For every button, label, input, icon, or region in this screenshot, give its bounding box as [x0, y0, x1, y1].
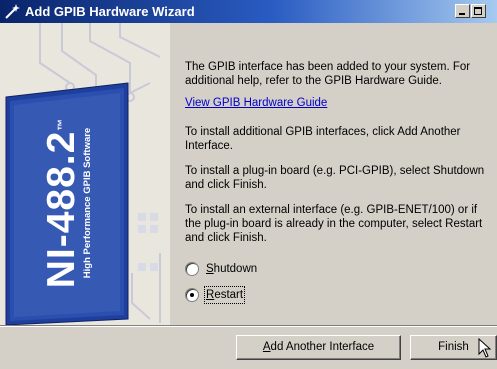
restart-option[interactable]: Restart	[185, 286, 246, 304]
view-guide-link[interactable]: View GPIB Hardware Guide	[185, 97, 327, 109]
window-title: Add GPIB Hardware Wizard	[25, 4, 195, 19]
title-bar[interactable]: Add GPIB Hardware Wizard	[0, 0, 497, 23]
finish-button[interactable]: Finish	[410, 335, 497, 360]
product-tagline: High Performance GPIB Software	[82, 127, 93, 279]
product-logo: NI-488.2™ High Performance GPIB Software	[40, 118, 93, 289]
plugin-board-text: To install a plug-in board (e.g. PCI-GPI…	[185, 165, 485, 191]
wizard-window: Add GPIB Hardware Wizard NI-488.2™ High …	[0, 0, 497, 369]
external-interface-text: To install an external interface (e.g. G…	[185, 204, 483, 244]
minimize-button[interactable]	[455, 4, 470, 18]
footer-separator-highlight	[0, 326, 497, 327]
guide-link-row: View GPIB Hardware Guide	[185, 96, 490, 110]
shutdown-label: Shutdown	[206, 263, 258, 275]
product-banner: NI-488.2™ High Performance GPIB Software	[0, 23, 170, 325]
shutdown-radio[interactable]	[185, 262, 199, 276]
restart-radio[interactable]	[185, 288, 199, 302]
restart-label: Restart	[203, 286, 246, 304]
maximize-button[interactable]	[471, 4, 486, 18]
wizard-wand-icon	[5, 4, 20, 19]
add-interfaces-text: To install additional GPIB interfaces, c…	[185, 126, 461, 152]
intro-text: The GPIB interface has been added to you…	[185, 61, 471, 87]
trademark-symbol: ™	[55, 117, 69, 131]
shutdown-option[interactable]: Shutdown	[185, 261, 257, 277]
product-name: NI-488.2	[40, 130, 83, 289]
add-another-interface-button[interactable]: Add Another Interface	[236, 335, 401, 360]
